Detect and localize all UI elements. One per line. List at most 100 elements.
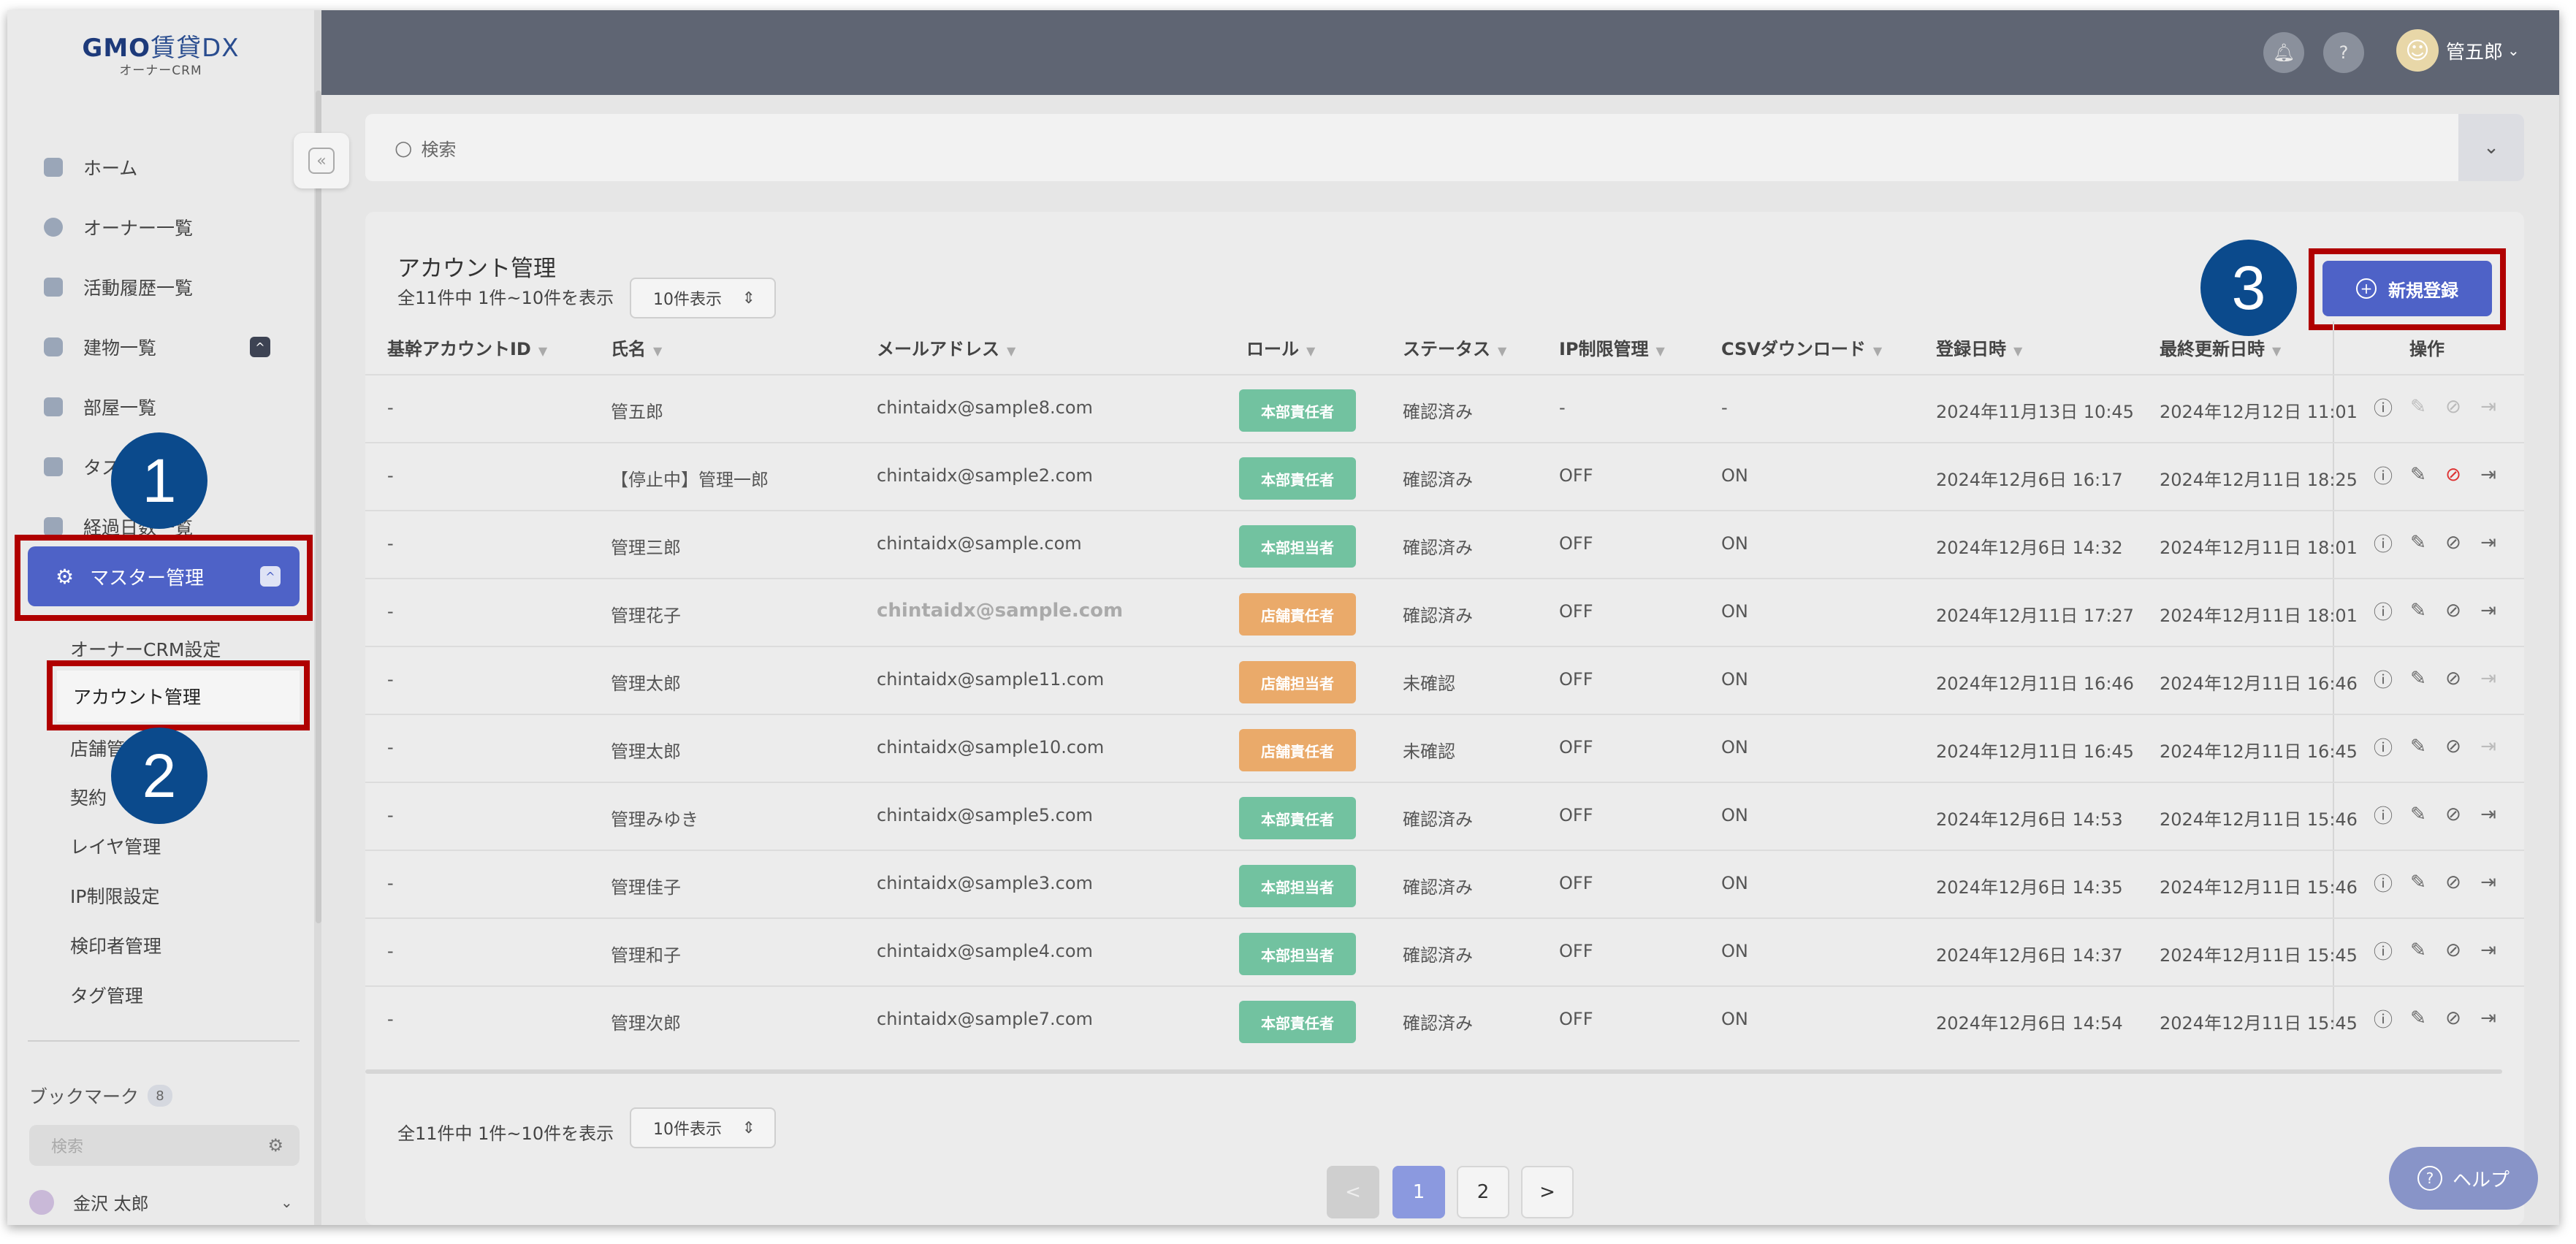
login-icon[interactable]: ⇥ <box>2476 734 2501 759</box>
info-icon[interactable]: ⓘ <box>2371 666 2396 692</box>
ban-icon[interactable]: ⊘ <box>2441 1006 2466 1031</box>
sidebar-item-activity[interactable]: 活動履歴一覧 <box>44 265 285 309</box>
edit-icon[interactable]: ✎ <box>2406 666 2431 691</box>
info-icon[interactable]: ⓘ <box>2371 462 2396 488</box>
login-icon[interactable]: ⇥ <box>2476 598 2501 623</box>
collapse-toggle[interactable]: ^ <box>250 337 270 357</box>
header-user-menu[interactable]: ☺ 管五郎 ⌄ <box>2396 29 2520 72</box>
table-row[interactable]: - 管理和子 chintaidx@sample4.com 本部担当者 確認済み … <box>365 917 2524 985</box>
login-icon[interactable]: ⇥ <box>2476 870 2501 895</box>
submenu-approver-management[interactable]: 検印者管理 <box>70 932 161 958</box>
cell-status: 確認済み <box>1403 470 1473 490</box>
table-row[interactable]: - 管理太郎 chintaidx@sample10.com 店舗責任者 未確認 … <box>365 714 2524 782</box>
ban-icon[interactable]: ⊘ <box>2441 462 2466 487</box>
page-1-button[interactable]: 1 <box>1392 1166 1445 1218</box>
sidebar-item-rooms[interactable]: 部屋一覧 <box>44 385 285 429</box>
table-row[interactable]: - 管理次郎 chintaidx@sample7.com 本部責任者 確認済み … <box>365 985 2524 1053</box>
info-icon[interactable]: ⓘ <box>2371 394 2396 420</box>
cell-id: - <box>387 941 394 961</box>
edit-icon[interactable]: ✎ <box>2406 598 2431 623</box>
filter-icon[interactable]: ⚙ <box>267 1135 283 1156</box>
page-2-button[interactable]: 2 <box>1457 1166 1509 1218</box>
search-expand-button[interactable]: ⌄ <box>2458 114 2524 181</box>
ban-icon[interactable]: ⊘ <box>2441 530 2466 555</box>
submenu-tag-management[interactable]: タグ管理 <box>70 982 143 1008</box>
login-icon[interactable]: ⇥ <box>2476 530 2501 555</box>
prev-page-button[interactable]: < <box>1327 1166 1379 1218</box>
submenu-layer-management[interactable]: レイヤ管理 <box>70 833 161 859</box>
cell-csv: ON <box>1721 465 1748 486</box>
ban-icon[interactable]: ⊘ <box>2441 394 2466 419</box>
info-icon[interactable]: ⓘ <box>2371 530 2396 556</box>
search-input[interactable]: ○ 検索 ⌄ <box>365 114 2524 181</box>
table-row[interactable]: - 管理佳子 chintaidx@sample3.com 本部担当者 確認済み … <box>365 850 2524 917</box>
submenu-contract[interactable]: 契約 <box>70 784 107 810</box>
login-icon[interactable]: ⇥ <box>2476 1006 2501 1031</box>
column-header-updated[interactable]: 最終更新日時 ▼ <box>2160 335 2281 360</box>
login-icon[interactable]: ⇥ <box>2476 938 2501 963</box>
table-row[interactable]: - 管理花子 chintaidx@sample.com 店舗責任者 確認済み O… <box>365 578 2524 646</box>
column-header-id[interactable]: 基幹アカウントID ▼ <box>387 335 547 360</box>
role-badge: 本部担当者 <box>1239 865 1356 907</box>
info-icon[interactable]: ⓘ <box>2371 870 2396 896</box>
sidebar-scrollbar[interactable] <box>316 91 321 923</box>
table-row[interactable]: - 【停止中】管理一郎 chintaidx@sample2.com 本部責任者 … <box>365 442 2524 510</box>
info-icon[interactable]: ⓘ <box>2371 802 2396 828</box>
logo[interactable]: GMO賃貸DX オーナーCRM <box>7 10 314 95</box>
ban-icon[interactable]: ⊘ <box>2441 734 2466 759</box>
bookmark-header[interactable]: ブックマーク 8 <box>29 1083 173 1109</box>
info-icon[interactable]: ⓘ <box>2371 734 2396 760</box>
sidebar-user[interactable]: 金沢 太郎 ⌄ <box>29 1189 293 1215</box>
ban-icon[interactable]: ⊘ <box>2441 938 2466 963</box>
login-icon[interactable]: ⇥ <box>2476 666 2501 691</box>
per-page-select-footer[interactable]: 10件表示 ⇕ <box>630 1107 776 1148</box>
edit-icon[interactable]: ✎ <box>2406 734 2431 759</box>
next-page-button[interactable]: > <box>1521 1166 1574 1218</box>
ban-icon[interactable]: ⊘ <box>2441 802 2466 827</box>
question-icon[interactable]: ? <box>2323 32 2364 73</box>
login-icon[interactable]: ⇥ <box>2476 462 2501 487</box>
edit-icon[interactable]: ✎ <box>2406 530 2431 555</box>
login-icon[interactable]: ⇥ <box>2476 802 2501 827</box>
bell-icon[interactable]: 🔔︎ <box>2263 32 2304 73</box>
info-icon[interactable]: ⓘ <box>2371 1006 2396 1031</box>
ban-icon[interactable]: ⊘ <box>2441 598 2466 623</box>
help-button[interactable]: ? ヘルプ <box>2389 1147 2538 1210</box>
column-header-name[interactable]: 氏名 ▼ <box>611 335 662 360</box>
sort-icon: ▼ <box>1007 344 1016 358</box>
column-header-csv[interactable]: CSVダウンロード ▼ <box>1721 335 1882 360</box>
ban-icon[interactable]: ⊘ <box>2441 666 2466 691</box>
role-badge: 本部担当者 <box>1239 525 1356 568</box>
column-header-status[interactable]: ステータス ▼ <box>1403 335 1506 360</box>
column-header-role[interactable]: ロール ▼ <box>1246 335 1315 360</box>
table-row[interactable]: - 管五郎 chintaidx@sample8.com 本部責任者 確認済み -… <box>365 374 2524 442</box>
edit-icon[interactable]: ✎ <box>2406 394 2431 419</box>
edit-icon[interactable]: ✎ <box>2406 938 2431 963</box>
table-row[interactable]: - 管理太郎 chintaidx@sample11.com 店舗担当者 未確認 … <box>365 646 2524 714</box>
login-icon[interactable]: ⇥ <box>2476 394 2501 419</box>
role-badge: 店舗責任者 <box>1239 729 1356 771</box>
edit-icon[interactable]: ✎ <box>2406 870 2431 895</box>
callout-3: 3 <box>2200 240 2297 336</box>
edit-icon[interactable]: ✎ <box>2406 802 2431 827</box>
edit-icon[interactable]: ✎ <box>2406 1006 2431 1031</box>
sidebar-item-buildings[interactable]: 建物一覧 ^ <box>44 325 285 369</box>
sidebar-item-home[interactable]: ホーム <box>44 145 285 189</box>
submenu-ip-restriction[interactable]: IP制限設定 <box>70 882 159 909</box>
column-header-ip[interactable]: IP制限管理 ▼ <box>1559 335 1665 360</box>
sidebar-item-owners[interactable]: オーナー一覧 <box>44 205 285 249</box>
info-icon[interactable]: ⓘ <box>2371 938 2396 963</box>
per-page-select[interactable]: 10件表示 ⇕ <box>630 278 776 318</box>
table-row[interactable]: - 管理みゆき chintaidx@sample5.com 本部責任者 確認済み… <box>365 782 2524 850</box>
column-header-email[interactable]: メールアドレス ▼ <box>877 335 1015 360</box>
table-horizontal-scrollbar[interactable] <box>365 1069 2502 1074</box>
info-icon[interactable]: ⓘ <box>2371 598 2396 624</box>
table-row[interactable]: - 管理三郎 chintaidx@sample.com 本部担当者 確認済み O… <box>365 510 2524 578</box>
app-window: GMO賃貸DX オーナーCRM ホーム オーナー一覧 活動履歴一覧 建物一覧 ^… <box>7 10 2559 1225</box>
bookmark-search-input[interactable]: 検索 ⚙ <box>29 1125 300 1166</box>
column-header-created[interactable]: 登録日時 ▼ <box>1936 335 2022 360</box>
edit-icon[interactable]: ✎ <box>2406 462 2431 487</box>
sidebar-collapse-button[interactable]: « <box>294 133 349 188</box>
ban-icon[interactable]: ⊘ <box>2441 870 2466 895</box>
submenu-owner-crm-settings[interactable]: オーナーCRM設定 <box>70 636 221 662</box>
